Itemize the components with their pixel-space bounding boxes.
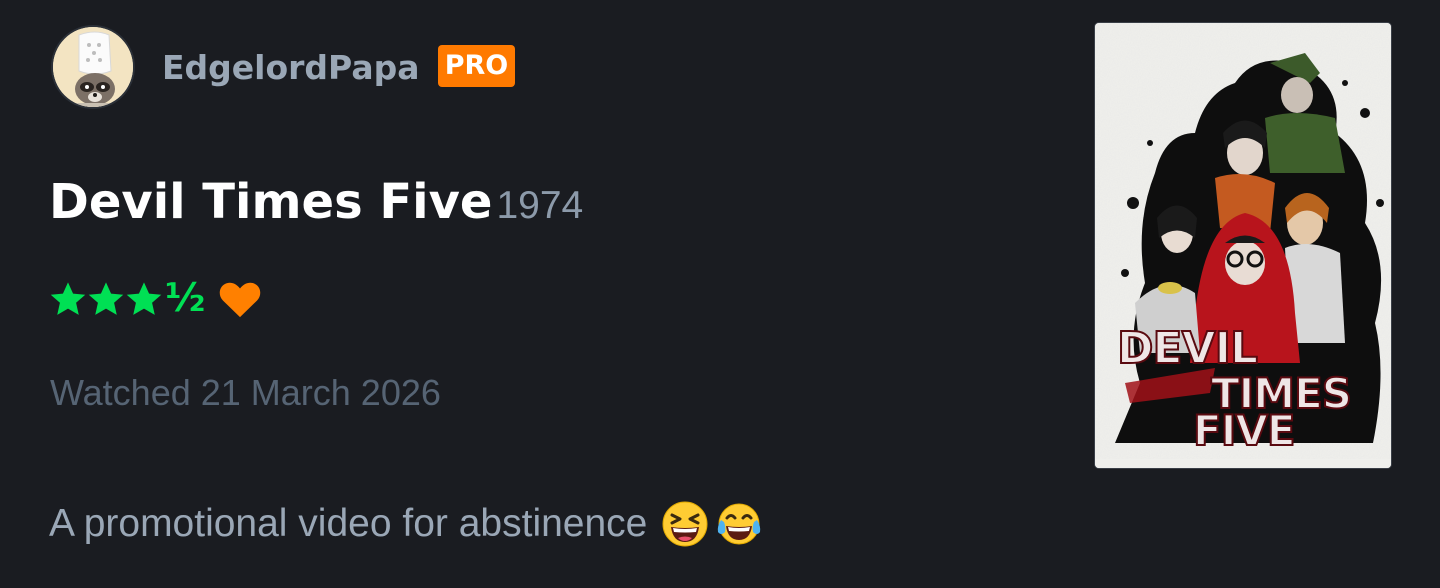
avatar-icon bbox=[53, 27, 133, 107]
review-text: A promotional video for abstinence bbox=[49, 502, 648, 545]
film-poster-image: DEVIL TIMES FIVE bbox=[1095, 23, 1391, 468]
poster-title-line-3: FIVE bbox=[1193, 406, 1295, 455]
avatar[interactable] bbox=[51, 25, 135, 109]
pro-badge: PRO bbox=[438, 45, 515, 87]
username[interactable]: EdgelordPapa bbox=[162, 47, 420, 89]
heart-icon bbox=[220, 282, 261, 318]
rating-row: ½ bbox=[49, 277, 263, 321]
star-icon bbox=[126, 282, 162, 315]
grinning-squinting-face-icon bbox=[662, 501, 708, 547]
review-card: EdgelordPapa PRO Devil Times Five 1974 ½ … bbox=[0, 0, 1440, 588]
watched-date: Watched 21 March 2026 bbox=[50, 372, 441, 413]
star-icon bbox=[50, 282, 86, 315]
face-with-tears-of-joy-icon bbox=[718, 503, 761, 545]
film-poster[interactable]: DEVIL TIMES FIVE bbox=[1094, 22, 1392, 469]
poster-title-line-1: DEVIL bbox=[1117, 323, 1257, 374]
star-icon bbox=[88, 282, 124, 315]
film-year[interactable]: 1974 bbox=[496, 184, 583, 227]
film-title[interactable]: Devil Times Five bbox=[49, 174, 492, 230]
review-body: A promotional video for abstinence bbox=[49, 497, 763, 551]
half-star-icon: ½ bbox=[165, 276, 206, 321]
film-title-heading: Devil Times Five 1974 bbox=[49, 172, 583, 236]
